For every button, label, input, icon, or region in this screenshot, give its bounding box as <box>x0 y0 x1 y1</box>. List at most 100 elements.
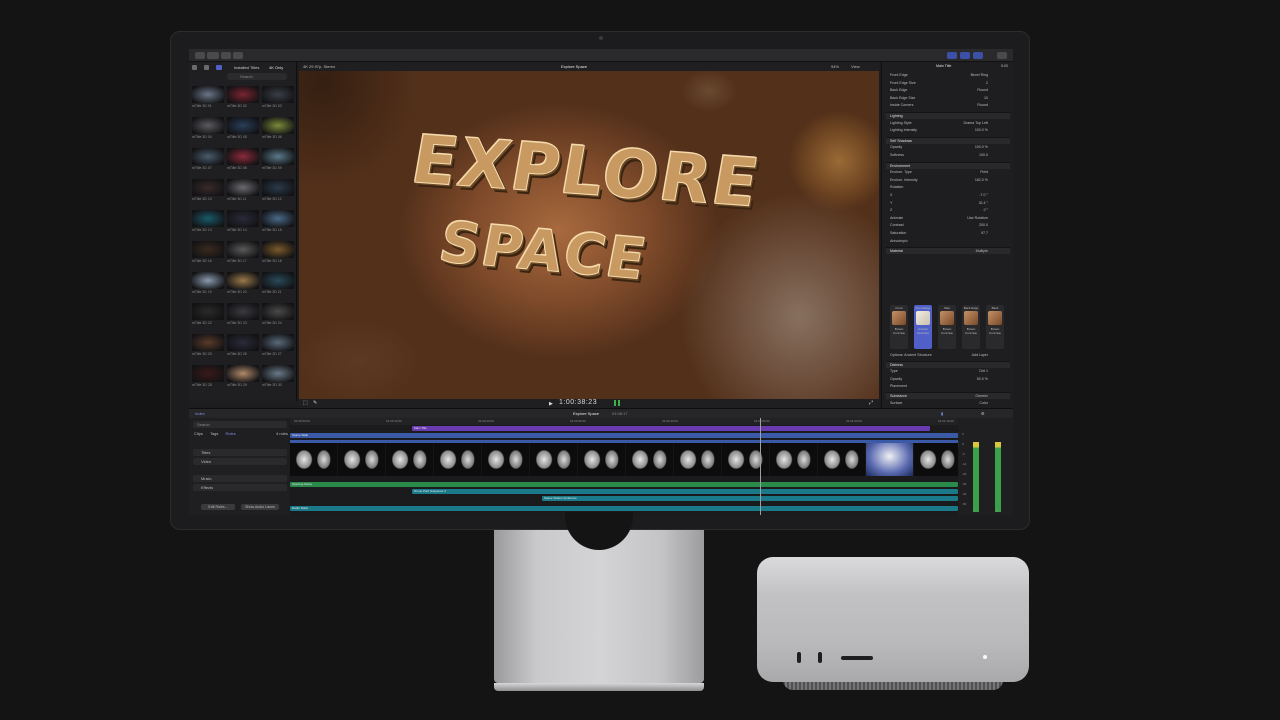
inspector-row[interactable]: Environ. Type Field <box>886 169 1010 176</box>
inspector-row[interactable]: Back Edge Round <box>886 87 1010 94</box>
browser-toggle-button[interactable] <box>947 52 957 59</box>
play-icon[interactable]: ▶ <box>549 401 553 407</box>
inspector-value[interactable]: Dirt 1 <box>979 368 988 375</box>
title-clip[interactable]: Main Title <box>412 426 930 431</box>
inspector-row[interactable]: Rotation <box>886 184 1010 191</box>
keywords-button[interactable] <box>207 52 219 59</box>
video-viewer[interactable]: EXPLORE SPACE <box>299 71 879 399</box>
inspector-row[interactable]: Softness 100.0 <box>886 152 1010 159</box>
title-thumbnail[interactable]: mTitle 3D 23 <box>227 303 259 327</box>
inspector-row[interactable]: Surface Color <box>886 400 1010 407</box>
inspector-value[interactable]: 200.0 <box>979 222 988 229</box>
inspector-value[interactable]: 10 <box>984 95 988 102</box>
library-icon[interactable] <box>192 65 197 70</box>
show-audio-lanes-button[interactable]: Show Audio Lanes <box>241 504 279 510</box>
transform-icon[interactable]: ⬚ <box>303 400 308 406</box>
tab-roles[interactable]: Roles <box>226 431 236 436</box>
inspector-value[interactable]: Field <box>980 169 988 176</box>
title-thumbnail[interactable]: mTitle 3D 17 <box>227 241 259 265</box>
timecode-display[interactable]: 1:00:38:23 <box>559 399 597 406</box>
inspector-section[interactable]: Material Multiple <box>886 247 1010 255</box>
title-thumbnail[interactable]: mTitle 3D 21 <box>262 272 294 296</box>
titles-source-select[interactable]: Installed Titles <box>234 65 259 70</box>
inspector-row[interactable]: Type Dirt 1 <box>886 368 1010 375</box>
inspector-row[interactable]: Y 32.4 ° <box>886 200 1010 207</box>
background-tasks-button[interactable] <box>221 52 231 59</box>
title-thumbnail[interactable]: mTitle 3D 22 <box>192 303 224 327</box>
title-thumbnail[interactable]: mTitle 3D 09 <box>262 148 294 172</box>
title-thumbnail[interactable]: mTitle 3D 29 <box>227 365 259 389</box>
inspector-row[interactable]: Animate Use Rotation <box>886 215 1010 222</box>
role-titles[interactable]: Titles <box>193 449 287 456</box>
format-filter[interactable]: 4K Only <box>269 65 283 70</box>
inspector-value[interactable]: 100.0 % <box>975 144 988 151</box>
tab-clips[interactable]: Clips <box>194 431 203 436</box>
share-button[interactable] <box>997 52 1007 59</box>
inspector-row[interactable]: Front Edge Size 2 <box>886 80 1010 87</box>
title-thumbnail[interactable]: mTitle 3D 05 <box>227 117 259 141</box>
inspector-value[interactable]: 0 ° <box>984 207 988 214</box>
check-icon[interactable] <box>233 52 243 59</box>
material-swatch[interactable]: Back Edge Brown Concrete <box>962 305 980 349</box>
inspector-value[interactable]: Use Rotation <box>967 215 988 222</box>
timeline-settings-icon[interactable]: ⚙ <box>981 411 985 416</box>
title-thumbnail[interactable]: mTitle 3D 15 <box>262 210 294 234</box>
inspector-value[interactable]: Round <box>977 102 988 109</box>
timeline-ruler[interactable]: 01:00:00:00 01:00:10:00 01:00:20:00 01:00:3… <box>290 418 958 425</box>
title-thumbnail[interactable]: mTitle 3D 04 <box>192 117 224 141</box>
inspector-value[interactable]: 32.4 ° <box>979 200 988 207</box>
title-thumbnail[interactable]: mTitle 3D 07 <box>192 148 224 172</box>
title-thumbnail[interactable]: mTitle 3D 18 <box>262 241 294 265</box>
inspector-value[interactable]: 182.0 % <box>975 177 988 184</box>
material-swatch[interactable]: Front Edge Ancient Structure <box>914 305 932 349</box>
material-swatch[interactable]: Back Brown Concrete <box>986 305 1004 349</box>
inspector-row[interactable]: Saturation 97.7 <box>886 230 1010 237</box>
inspector-row[interactable]: Z 0 ° <box>886 207 1010 214</box>
title-thumbnail[interactable]: mTitle 3D 30 <box>262 365 294 389</box>
title-thumbnail[interactable]: mTitle 3D 02 <box>227 86 259 110</box>
inspector-value[interactable]: 100.0 % <box>975 127 988 134</box>
title-thumbnail[interactable]: mTitle 3D 26 <box>227 334 259 358</box>
title-thumbnail[interactable]: mTitle 3D 06 <box>262 117 294 141</box>
inspector-section[interactable]: Self Shadows <box>886 136 1010 144</box>
title-thumbnail[interactable]: mTitle 3D 08 <box>227 148 259 172</box>
audio-meter-icon[interactable]: ▮ <box>941 411 943 416</box>
zoom-menu[interactable]: 94% <box>831 64 839 69</box>
title-thumbnail[interactable]: mTitle 3D 10 <box>192 179 224 203</box>
inspector-row[interactable]: Lighting Intensity 100.0 % <box>886 127 1010 134</box>
audio-clip-opening-score[interactable]: Opening Score <box>290 482 958 487</box>
material-swatch[interactable]: Front Brown Concrete <box>890 305 908 349</box>
playhead[interactable] <box>760 418 761 515</box>
title-thumbnail[interactable]: mTitle 3D 12 <box>262 179 294 203</box>
inspector-toggle-button[interactable] <box>973 52 983 59</box>
inspector-row[interactable]: Placement <box>886 383 1010 390</box>
role-effects[interactable]: Effects <box>193 484 287 491</box>
titles-icon[interactable] <box>216 65 222 70</box>
title-thumbnail[interactable]: mTitle 3D 27 <box>262 334 294 358</box>
title-thumbnail[interactable]: mTitle 3D 24 <box>262 303 294 327</box>
inspector-value[interactable]: Bevel Ring <box>971 72 988 79</box>
inspector-value[interactable]: Color <box>979 400 988 407</box>
inspector-row[interactable]: Front Edge Bevel Ring <box>886 72 1010 79</box>
inspector-row[interactable]: X -7.0 ° <box>886 192 1010 199</box>
inspector-row[interactable]: Lighting Style Drama Top Left <box>886 120 1010 127</box>
browser-search-input[interactable]: Search <box>227 73 287 80</box>
inspector-section[interactable]: Lighting <box>886 112 1010 119</box>
inspector-value[interactable]: -7.0 ° <box>979 192 988 199</box>
inspector-section[interactable]: Distress <box>886 360 1010 368</box>
title-thumbnail[interactable]: mTitle 3D 11 <box>227 179 259 203</box>
role-music[interactable]: Music <box>193 475 287 482</box>
title-thumbnail[interactable]: mTitle 3D 03 <box>262 86 294 110</box>
material-swatch[interactable]: Side Brown Concrete <box>938 305 956 349</box>
index-search-input[interactable]: Search <box>193 421 287 428</box>
video-clip-filmstrip[interactable] <box>290 440 958 476</box>
audio-clip-radio-static[interactable]: Radio Static <box>290 506 958 511</box>
video-clip-label[interactable]: Space Walk <box>290 433 958 438</box>
role-video[interactable]: Video <box>193 458 287 465</box>
inspector-value[interactable]: Add Layer <box>972 352 988 359</box>
inspector-row[interactable]: Contrast 200.0 <box>886 222 1010 229</box>
inspector-value[interactable]: 97.7 <box>981 230 988 237</box>
inspector-row[interactable]: Options: Ancient Structure Add Layer <box>886 352 1010 359</box>
edit-roles-button[interactable]: Edit Roles... <box>201 504 235 510</box>
title-thumbnail[interactable]: mTitle 3D 19 <box>192 272 224 296</box>
